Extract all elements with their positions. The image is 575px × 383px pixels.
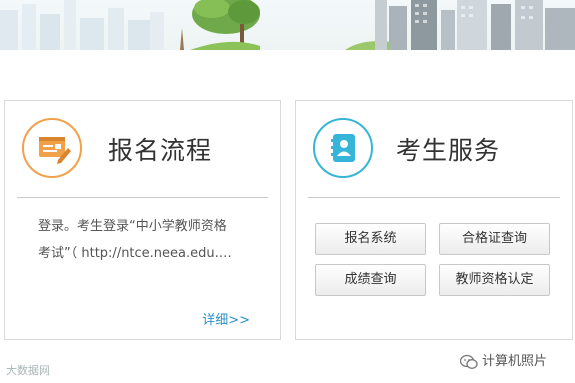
certificate-query-button[interactable]: 合格证查询 — [439, 223, 550, 255]
contact-book-icon — [313, 118, 373, 178]
details-link[interactable]: 详细>> — [202, 309, 250, 328]
banner-skyline-left — [0, 0, 260, 50]
registration-panel-title: 报名流程 — [108, 136, 213, 165]
registration-desc-line-1: 登录。考生登录“中小学教师资格 — [38, 219, 227, 234]
registration-description: 登录。考生登录“中小学教师资格 考试”（ http://ntce.neea.ed… — [38, 213, 263, 267]
registration-divider — [17, 197, 268, 198]
registration-system-button[interactable]: 报名系统 — [315, 223, 426, 255]
services-panel-header: 考生服务 — [296, 101, 572, 197]
watermark-left-text: 大数据网 — [6, 364, 50, 377]
registration-desc-line-2: 考试”（ http://ntce.neea.edu.… — [38, 246, 232, 261]
registration-process-panel: 报名流程 登录。考生登录“中小学教师资格 考试”（ http://ntce.ne… — [4, 100, 281, 340]
score-query-button[interactable]: 成绩查询 — [315, 264, 426, 296]
services-divider — [308, 197, 560, 198]
registration-panel-header: 报名流程 — [5, 101, 280, 197]
teacher-qualification-button[interactable]: 教师资格认定 — [439, 264, 550, 296]
registration-form-icon — [22, 118, 82, 178]
wechat-icon — [460, 354, 478, 369]
header-banner — [0, 0, 575, 50]
candidate-services-panel: 考生服务 报名系统 合格证查询 成绩查询 教师资格认定 — [295, 100, 573, 340]
banner-skyline-right — [345, 0, 575, 50]
watermark-right: 计算机照片 — [460, 350, 547, 370]
watermark-left: 大数据网 — [6, 362, 50, 378]
watermark-right-text: 计算机照片 — [482, 354, 548, 369]
services-panel-title: 考生服务 — [396, 136, 501, 165]
